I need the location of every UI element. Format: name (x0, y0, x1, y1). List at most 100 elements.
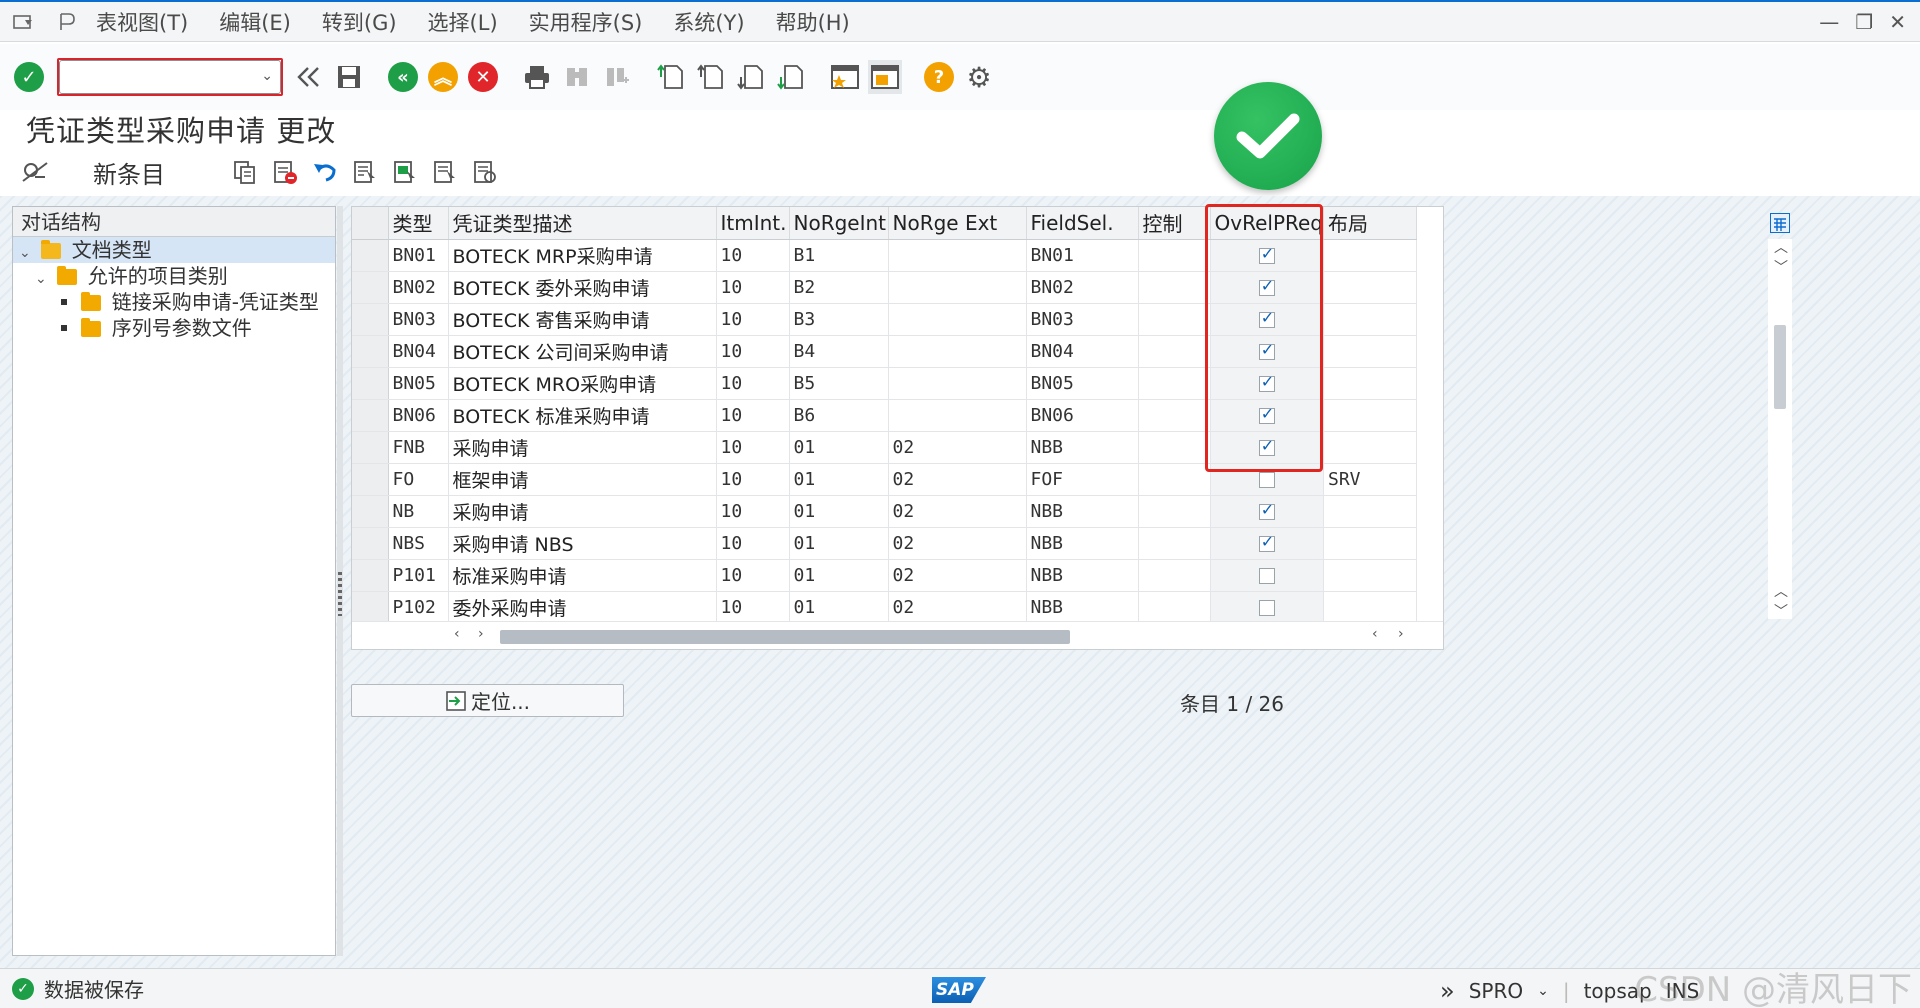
cell-description[interactable]: BOTECK 委外采购申请 (448, 271, 717, 304)
col-header-control[interactable]: 控制 (1138, 207, 1211, 240)
cell-field-selection[interactable]: NBB (1026, 559, 1139, 592)
cell-number-range-ext[interactable]: 02 (888, 527, 1027, 560)
tree-node-link-pr-doc-type[interactable]: 链接采购申请-凭证类型 (13, 289, 335, 315)
cell-description[interactable]: 标准采购申请 (448, 559, 717, 592)
position-button[interactable]: 定位... (351, 684, 624, 717)
collapse-button[interactable] (292, 60, 326, 94)
cell-type[interactable]: BN01 (388, 239, 449, 272)
cell-type[interactable]: BN03 (388, 303, 449, 336)
cell-description[interactable]: 框架申请 (448, 463, 717, 496)
table-row[interactable]: BN03 BOTECK 寄售采购申请 10 B3 BN03 (352, 303, 1417, 336)
cell-number-range-ext[interactable]: 02 (888, 559, 1027, 592)
cell-layout[interactable] (1323, 431, 1417, 464)
scroll-up-icon[interactable]: ︿ (1774, 237, 1788, 257)
cell-number-range-ext[interactable] (888, 271, 1027, 304)
delete-button[interactable] (268, 155, 302, 189)
previous-page-button[interactable] (694, 60, 728, 94)
row-selector[interactable] (352, 367, 389, 400)
cell-description[interactable]: BOTECK 标准采购申请 (448, 399, 717, 432)
cell-item-interval[interactable]: 10 (716, 527, 790, 560)
menu-help[interactable]: 帮助(H) (776, 7, 850, 37)
settings-button[interactable]: ⚙ (962, 60, 996, 94)
col-header-number-range-int[interactable]: NoRgeInt (789, 207, 889, 240)
cell-field-selection[interactable]: NBB (1026, 591, 1139, 624)
ov-rel-preq-checkbox[interactable] (1258, 532, 1275, 552)
cell-number-range-int[interactable]: B6 (789, 399, 889, 432)
cell-number-range-ext[interactable] (888, 399, 1027, 432)
cell-control[interactable] (1138, 303, 1211, 336)
cell-description[interactable]: 采购申请 (448, 495, 717, 528)
menu-system[interactable]: 系统(Y) (673, 7, 744, 37)
back-button[interactable]: « (386, 60, 420, 94)
panel-splitter[interactable] (337, 206, 343, 956)
col-header-item-interval[interactable]: ItmInt. (716, 207, 790, 240)
cell-control[interactable] (1138, 271, 1211, 304)
ov-rel-preq-checkbox[interactable] (1258, 244, 1275, 264)
page-down-icon[interactable]: ﹀ (1774, 601, 1788, 621)
table-row[interactable]: NBS 采购申请 NBS 10 01 02 NBB (352, 527, 1417, 560)
expand-status-icon[interactable]: » (1440, 977, 1455, 1005)
first-page-button[interactable] (654, 60, 688, 94)
tree-node-allowed-item-categories[interactable]: ⌄ 允许的项目类别 (13, 263, 335, 289)
row-selector[interactable] (352, 559, 389, 592)
table-row[interactable]: NB 采购申请 10 01 02 NBB (352, 495, 1417, 528)
cell-field-selection[interactable]: NBB (1026, 527, 1139, 560)
cell-field-selection[interactable]: BN03 (1026, 303, 1139, 336)
cell-layout[interactable] (1323, 367, 1417, 400)
page-up-icon[interactable]: ︿ (1774, 581, 1788, 601)
horizontal-scroll-thumb[interactable] (500, 630, 1070, 644)
cell-item-interval[interactable]: 10 (716, 559, 790, 592)
transaction-code[interactable]: SPRO (1469, 979, 1523, 1003)
vertical-scroll-thumb[interactable] (1774, 325, 1786, 409)
cell-number-range-int[interactable]: 01 (789, 591, 889, 624)
cell-number-range-ext[interactable]: 02 (888, 431, 1027, 464)
ov-rel-preq-checkbox[interactable] (1258, 276, 1275, 296)
restore-icon[interactable]: ❐ (1855, 10, 1873, 34)
cell-number-range-ext[interactable]: 02 (888, 495, 1027, 528)
cell-field-selection[interactable]: BN02 (1026, 271, 1139, 304)
minimize-icon[interactable]: — (1819, 10, 1839, 34)
row-selector[interactable] (352, 239, 389, 272)
col-header-ov-rel-preq[interactable]: OvRelPReq (1210, 207, 1324, 240)
ov-rel-preq-checkbox[interactable] (1258, 599, 1275, 616)
cell-number-range-ext[interactable] (888, 367, 1027, 400)
cell-item-interval[interactable]: 10 (716, 495, 790, 528)
row-selector[interactable] (352, 303, 389, 336)
command-field[interactable] (59, 60, 281, 94)
table-row[interactable]: BN05 BOTECK MRO采购申请 10 B5 BN05 (352, 367, 1417, 400)
print-field-list-button[interactable] (468, 155, 502, 189)
cell-description[interactable]: 采购申请 (448, 431, 717, 464)
find-button[interactable] (560, 60, 594, 94)
cell-number-range-int[interactable]: B2 (789, 271, 889, 304)
cell-item-interval[interactable]: 10 (716, 399, 790, 432)
col-header-type[interactable]: 类型 (388, 207, 449, 240)
row-selector[interactable] (352, 271, 389, 304)
cell-layout[interactable]: SRV (1323, 463, 1417, 496)
splitter-grip-icon[interactable] (338, 572, 342, 616)
cell-number-range-int[interactable]: 01 (789, 495, 889, 528)
cell-layout[interactable] (1323, 239, 1417, 272)
cell-type[interactable]: FO (388, 463, 449, 496)
cell-field-selection[interactable]: BN05 (1026, 367, 1139, 400)
cell-control[interactable] (1138, 399, 1211, 432)
row-selector[interactable] (352, 527, 389, 560)
cell-control[interactable] (1138, 463, 1211, 496)
cell-number-range-int[interactable]: B3 (789, 303, 889, 336)
table-row[interactable]: BN02 BOTECK 委外采购申请 10 B2 BN02 (352, 271, 1417, 304)
table-row[interactable]: P101 标准采购申请 10 01 02 NBB (352, 559, 1417, 592)
cell-description[interactable]: BOTECK MRP采购申请 (448, 239, 717, 272)
cell-field-selection[interactable]: BN06 (1026, 399, 1139, 432)
last-page-button[interactable] (774, 60, 808, 94)
ov-rel-preq-checkbox[interactable] (1258, 308, 1275, 328)
cell-type[interactable]: BN05 (388, 367, 449, 400)
cell-type[interactable]: NB (388, 495, 449, 528)
col-header-number-range-ext[interactable]: NoRge Ext (888, 207, 1027, 240)
cell-control[interactable] (1138, 591, 1211, 624)
select-all-cell[interactable] (352, 207, 389, 240)
cell-number-range-ext[interactable] (888, 303, 1027, 336)
find-next-button[interactable] (600, 60, 634, 94)
row-selector[interactable] (352, 591, 389, 624)
scroll-right-end-icon[interactable]: › (1398, 626, 1404, 642)
cell-description[interactable]: BOTECK 寄售采购申请 (448, 303, 717, 336)
menu-goto[interactable]: 转到(G) (322, 7, 397, 37)
